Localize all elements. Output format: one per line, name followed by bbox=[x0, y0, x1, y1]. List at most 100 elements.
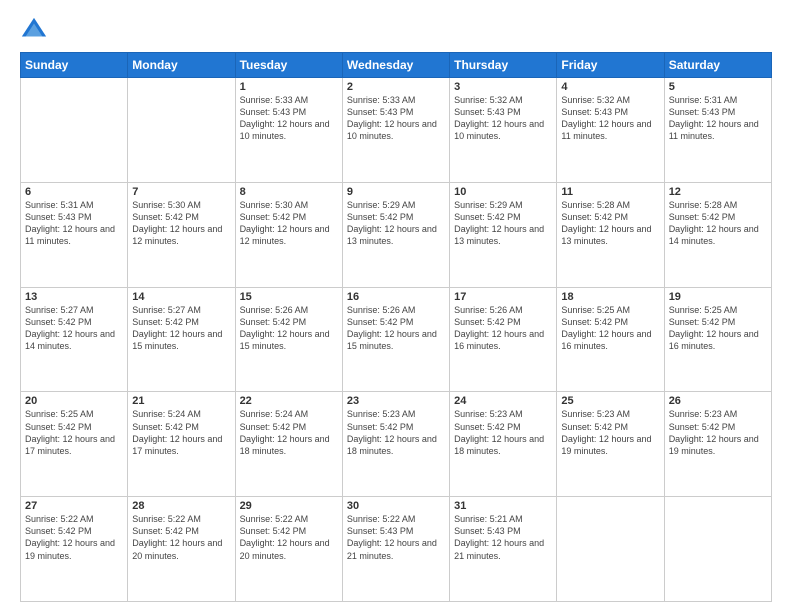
calendar-cell bbox=[664, 497, 771, 602]
day-number: 19 bbox=[669, 291, 767, 303]
day-info: Sunrise: 5:28 AM Sunset: 5:42 PM Dayligh… bbox=[669, 199, 767, 248]
day-number: 2 bbox=[347, 81, 445, 93]
day-info: Sunrise: 5:31 AM Sunset: 5:43 PM Dayligh… bbox=[669, 94, 767, 143]
calendar-cell: 25Sunrise: 5:23 AM Sunset: 5:42 PM Dayli… bbox=[557, 392, 664, 497]
day-number: 11 bbox=[561, 186, 659, 198]
calendar-cell bbox=[21, 78, 128, 183]
day-number: 23 bbox=[347, 395, 445, 407]
day-number: 30 bbox=[347, 500, 445, 512]
calendar-cell: 2Sunrise: 5:33 AM Sunset: 5:43 PM Daylig… bbox=[342, 78, 449, 183]
day-number: 17 bbox=[454, 291, 552, 303]
day-info: Sunrise: 5:21 AM Sunset: 5:43 PM Dayligh… bbox=[454, 513, 552, 562]
calendar-cell: 19Sunrise: 5:25 AM Sunset: 5:42 PM Dayli… bbox=[664, 287, 771, 392]
day-info: Sunrise: 5:28 AM Sunset: 5:42 PM Dayligh… bbox=[561, 199, 659, 248]
calendar-day-header: Saturday bbox=[664, 53, 771, 78]
calendar-day-header: Wednesday bbox=[342, 53, 449, 78]
calendar-cell: 8Sunrise: 5:30 AM Sunset: 5:42 PM Daylig… bbox=[235, 182, 342, 287]
day-info: Sunrise: 5:26 AM Sunset: 5:42 PM Dayligh… bbox=[347, 304, 445, 353]
calendar: SundayMondayTuesdayWednesdayThursdayFrid… bbox=[20, 52, 772, 602]
day-number: 18 bbox=[561, 291, 659, 303]
day-number: 4 bbox=[561, 81, 659, 93]
day-number: 6 bbox=[25, 186, 123, 198]
day-info: Sunrise: 5:33 AM Sunset: 5:43 PM Dayligh… bbox=[347, 94, 445, 143]
calendar-cell: 11Sunrise: 5:28 AM Sunset: 5:42 PM Dayli… bbox=[557, 182, 664, 287]
calendar-day-header: Sunday bbox=[21, 53, 128, 78]
day-info: Sunrise: 5:26 AM Sunset: 5:42 PM Dayligh… bbox=[240, 304, 338, 353]
calendar-cell: 22Sunrise: 5:24 AM Sunset: 5:42 PM Dayli… bbox=[235, 392, 342, 497]
calendar-cell: 30Sunrise: 5:22 AM Sunset: 5:43 PM Dayli… bbox=[342, 497, 449, 602]
day-number: 26 bbox=[669, 395, 767, 407]
day-info: Sunrise: 5:29 AM Sunset: 5:42 PM Dayligh… bbox=[454, 199, 552, 248]
calendar-header-row: SundayMondayTuesdayWednesdayThursdayFrid… bbox=[21, 53, 772, 78]
calendar-cell: 24Sunrise: 5:23 AM Sunset: 5:42 PM Dayli… bbox=[450, 392, 557, 497]
day-number: 16 bbox=[347, 291, 445, 303]
calendar-week-row: 20Sunrise: 5:25 AM Sunset: 5:42 PM Dayli… bbox=[21, 392, 772, 497]
calendar-week-row: 1 Sunrise: 5:33 AM Sunset: 5:43 PM Daylig… bbox=[21, 78, 772, 183]
calendar-cell: 5Sunrise: 5:31 AM Sunset: 5:43 PM Daylig… bbox=[664, 78, 771, 183]
calendar-cell: 13Sunrise: 5:27 AM Sunset: 5:42 PM Dayli… bbox=[21, 287, 128, 392]
calendar-cell: 7Sunrise: 5:30 AM Sunset: 5:42 PM Daylig… bbox=[128, 182, 235, 287]
calendar-cell: 10Sunrise: 5:29 AM Sunset: 5:42 PM Dayli… bbox=[450, 182, 557, 287]
day-number: 22 bbox=[240, 395, 338, 407]
calendar-day-header: Friday bbox=[557, 53, 664, 78]
day-info: Sunrise: 5:23 AM Sunset: 5:42 PM Dayligh… bbox=[454, 408, 552, 457]
day-info: Sunrise: 5:22 AM Sunset: 5:42 PM Dayligh… bbox=[25, 513, 123, 562]
calendar-day-header: Monday bbox=[128, 53, 235, 78]
calendar-cell: 27Sunrise: 5:22 AM Sunset: 5:42 PM Dayli… bbox=[21, 497, 128, 602]
calendar-cell: 28Sunrise: 5:22 AM Sunset: 5:42 PM Dayli… bbox=[128, 497, 235, 602]
day-info: Sunrise: 5:23 AM Sunset: 5:42 PM Dayligh… bbox=[347, 408, 445, 457]
day-info: Sunrise: 5:22 AM Sunset: 5:43 PM Dayligh… bbox=[347, 513, 445, 562]
day-info: Sunrise: 5:29 AM Sunset: 5:42 PM Dayligh… bbox=[347, 199, 445, 248]
day-number: 28 bbox=[132, 500, 230, 512]
calendar-week-row: 6Sunrise: 5:31 AM Sunset: 5:43 PM Daylig… bbox=[21, 182, 772, 287]
calendar-cell: 1Sunrise: 5:33 AM Sunset: 5:43 PM Daylig… bbox=[235, 78, 342, 183]
header bbox=[20, 16, 772, 44]
calendar-cell: 20Sunrise: 5:25 AM Sunset: 5:42 PM Dayli… bbox=[21, 392, 128, 497]
day-info: Sunrise: 5:23 AM Sunset: 5:42 PM Dayligh… bbox=[669, 408, 767, 457]
calendar-cell: 4Sunrise: 5:32 AM Sunset: 5:43 PM Daylig… bbox=[557, 78, 664, 183]
day-number: 15 bbox=[240, 291, 338, 303]
day-number: 13 bbox=[25, 291, 123, 303]
calendar-week-row: 13Sunrise: 5:27 AM Sunset: 5:42 PM Dayli… bbox=[21, 287, 772, 392]
day-info: Sunrise: 5:30 AM Sunset: 5:42 PM Dayligh… bbox=[132, 199, 230, 248]
calendar-cell: 17Sunrise: 5:26 AM Sunset: 5:42 PM Dayli… bbox=[450, 287, 557, 392]
day-number: 1 bbox=[240, 81, 338, 93]
calendar-cell: 29Sunrise: 5:22 AM Sunset: 5:42 PM Dayli… bbox=[235, 497, 342, 602]
day-info: Sunrise: 5:26 AM Sunset: 5:42 PM Dayligh… bbox=[454, 304, 552, 353]
calendar-week-row: 27Sunrise: 5:22 AM Sunset: 5:42 PM Dayli… bbox=[21, 497, 772, 602]
day-info: Sunrise: 5:27 AM Sunset: 5:42 PM Dayligh… bbox=[25, 304, 123, 353]
calendar-cell: 9Sunrise: 5:29 AM Sunset: 5:42 PM Daylig… bbox=[342, 182, 449, 287]
calendar-cell: 6Sunrise: 5:31 AM Sunset: 5:43 PM Daylig… bbox=[21, 182, 128, 287]
day-info: Sunrise: 5:25 AM Sunset: 5:42 PM Dayligh… bbox=[561, 304, 659, 353]
day-number: 25 bbox=[561, 395, 659, 407]
day-number: 29 bbox=[240, 500, 338, 512]
day-info: Sunrise: 5:31 AM Sunset: 5:43 PM Dayligh… bbox=[25, 199, 123, 248]
day-info: Sunrise: 5:22 AM Sunset: 5:42 PM Dayligh… bbox=[132, 513, 230, 562]
calendar-cell: 12Sunrise: 5:28 AM Sunset: 5:42 PM Dayli… bbox=[664, 182, 771, 287]
day-number: 9 bbox=[347, 186, 445, 198]
page: SundayMondayTuesdayWednesdayThursdayFrid… bbox=[0, 0, 792, 612]
day-info: Sunrise: 5:22 AM Sunset: 5:42 PM Dayligh… bbox=[240, 513, 338, 562]
day-info: Sunrise: 5:23 AM Sunset: 5:42 PM Dayligh… bbox=[561, 408, 659, 457]
day-number: 21 bbox=[132, 395, 230, 407]
day-info: Sunrise: 5:32 AM Sunset: 5:43 PM Dayligh… bbox=[561, 94, 659, 143]
calendar-cell bbox=[128, 78, 235, 183]
calendar-cell: 3Sunrise: 5:32 AM Sunset: 5:43 PM Daylig… bbox=[450, 78, 557, 183]
day-info: Sunrise: 5:24 AM Sunset: 5:42 PM Dayligh… bbox=[132, 408, 230, 457]
day-info: Sunrise: 5:25 AM Sunset: 5:42 PM Dayligh… bbox=[669, 304, 767, 353]
day-number: 7 bbox=[132, 186, 230, 198]
day-info: Sunrise: 5:24 AM Sunset: 5:42 PM Dayligh… bbox=[240, 408, 338, 457]
calendar-cell bbox=[557, 497, 664, 602]
day-number: 8 bbox=[240, 186, 338, 198]
day-info: Sunrise: 5:27 AM Sunset: 5:42 PM Dayligh… bbox=[132, 304, 230, 353]
calendar-cell: 31Sunrise: 5:21 AM Sunset: 5:43 PM Dayli… bbox=[450, 497, 557, 602]
logo-icon bbox=[20, 16, 48, 44]
day-number: 10 bbox=[454, 186, 552, 198]
day-number: 3 bbox=[454, 81, 552, 93]
calendar-cell: 14Sunrise: 5:27 AM Sunset: 5:42 PM Dayli… bbox=[128, 287, 235, 392]
logo bbox=[20, 16, 52, 44]
calendar-day-header: Thursday bbox=[450, 53, 557, 78]
day-number: 12 bbox=[669, 186, 767, 198]
calendar-cell: 21Sunrise: 5:24 AM Sunset: 5:42 PM Dayli… bbox=[128, 392, 235, 497]
day-info: Sunrise: 5:30 AM Sunset: 5:42 PM Dayligh… bbox=[240, 199, 338, 248]
